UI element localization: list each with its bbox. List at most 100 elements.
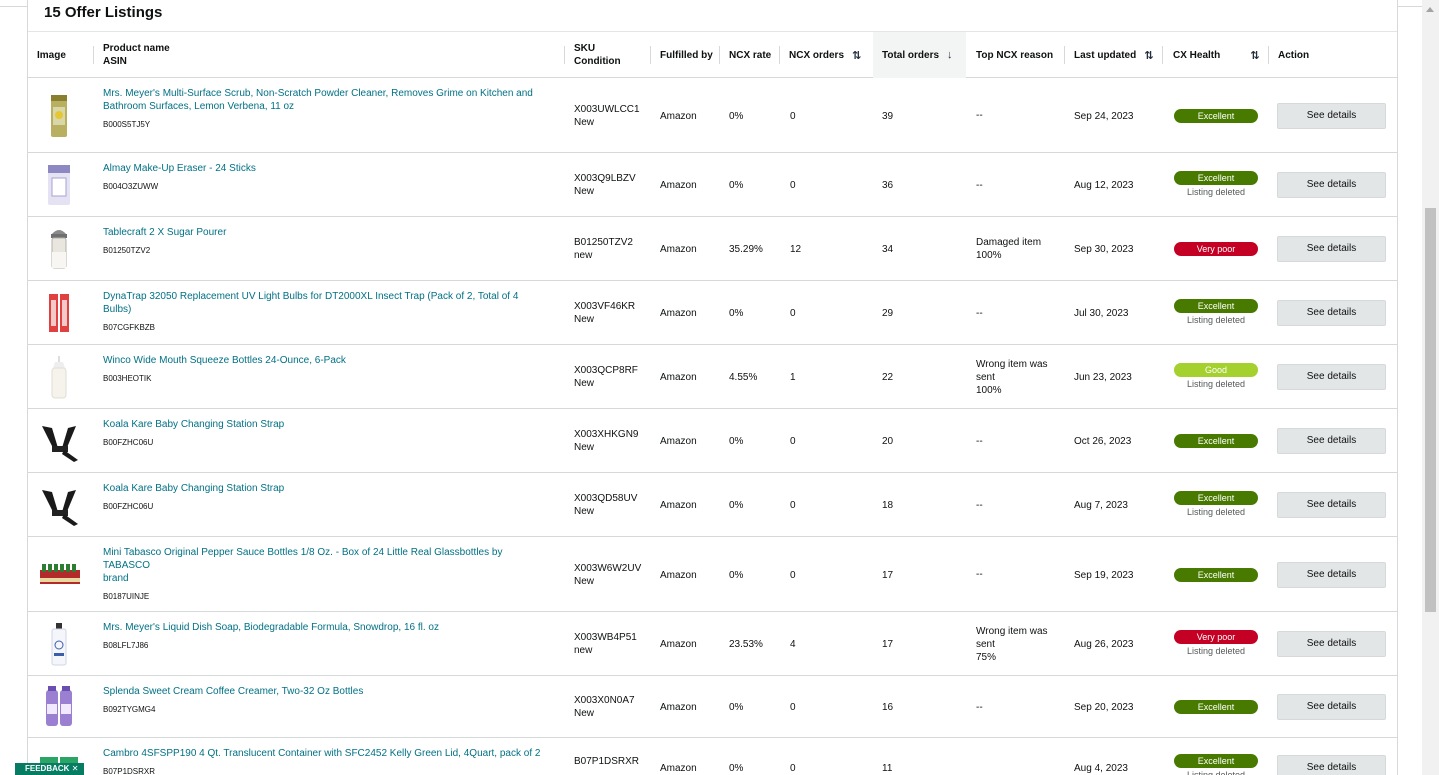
see-details-button[interactable]: See details: [1277, 102, 1386, 129]
ncx-orders: 0: [790, 763, 796, 774]
product-info: Mrs. Meyer's Multi-Surface Scrub, Non-Sc…: [103, 87, 548, 131]
last-updated: Oct 26, 2023: [1074, 436, 1132, 447]
product-image[interactable]: [38, 226, 80, 272]
table-row: Mrs. Meyer's Multi-Surface Scrub, Non-Sc…: [28, 78, 1397, 153]
product-image[interactable]: [38, 290, 80, 336]
product-image[interactable]: [38, 684, 80, 730]
product-name-line[interactable]: Winco Wide Mouth Squeeze Bottles 24-Ounc…: [103, 355, 346, 366]
sort-icon[interactable]: ⇅: [852, 49, 861, 62]
sku: X003W6W2UV: [574, 562, 642, 574]
product-name-line[interactable]: Mini Tabasco Original Pepper Sauce Bottl…: [103, 547, 502, 571]
see-details-button[interactable]: See details: [1277, 172, 1386, 198]
listing-status: Listing deleted: [1186, 315, 1246, 325]
sku-cell: X003Q9LBZV New: [574, 172, 636, 198]
sort-icon[interactable]: ⇅: [1250, 49, 1259, 62]
product-image[interactable]: [38, 162, 80, 208]
ncx-orders: 0: [790, 180, 796, 191]
sku: X003VF46KR: [574, 301, 636, 312]
header-ncx-orders[interactable]: NCX orders ⇅: [789, 32, 861, 78]
product-name-line[interactable]: Mrs. Meyer's Liquid Dish Soap, Biodegrad…: [103, 622, 439, 633]
ncx-orders: 0: [790, 110, 796, 122]
see-details-button[interactable]: See details: [1277, 755, 1386, 775]
listing-status: Listing deleted: [1186, 646, 1246, 656]
sku: X003Q9LBZV: [574, 173, 636, 184]
header-action: Action: [1278, 49, 1310, 61]
table-row: Winco Wide Mouth Squeeze Bottles 24-Ounc…: [28, 345, 1397, 409]
feedback-button[interactable]: FEEDBACK ✕: [15, 763, 84, 775]
see-details-button[interactable]: See details: [1277, 694, 1386, 720]
cx-health-cell: Excellent Listing deleted: [1174, 171, 1258, 199]
product-name-link[interactable]: Tablecraft 2 X Sugar Pourer: [103, 226, 548, 239]
product-name-link[interactable]: Mrs. Meyer's Multi-Surface Scrub, Non-Sc…: [103, 87, 548, 113]
product-name-link[interactable]: Mini Tabasco Original Pepper Sauce Bottl…: [103, 546, 548, 585]
header-fulfilled-by[interactable]: Fulfilled by: [660, 32, 713, 78]
reason-line: --: [976, 435, 983, 447]
header-sku[interactable]: SKU Condition: [574, 32, 621, 78]
condition: New: [574, 442, 595, 453]
header-top-ncx-reason[interactable]: Top NCX reason: [976, 32, 1053, 78]
reason-line: sent: [976, 371, 995, 383]
header-cx-health[interactable]: CX Health ⇅: [1173, 32, 1259, 78]
product-name-link[interactable]: DynaTrap 32050 Replacement UV Light Bulb…: [103, 290, 548, 316]
see-details-button[interactable]: See details: [1277, 428, 1386, 454]
ncx-rate: 0%: [729, 308, 744, 319]
product-image[interactable]: [38, 552, 80, 598]
product-name-link[interactable]: Splenda Sweet Cream Coffee Creamer, Two-…: [103, 685, 548, 698]
product-name-line[interactable]: Splenda Sweet Cream Coffee Creamer, Two-…: [103, 686, 363, 697]
product-name-link[interactable]: Almay Make-Up Eraser - 24 Sticks: [103, 162, 548, 175]
see-details-button[interactable]: See details: [1277, 561, 1386, 588]
see-details-button[interactable]: See details: [1277, 631, 1386, 657]
product-image[interactable]: [38, 93, 80, 139]
product-name-line[interactable]: DynaTrap 32050 Replacement UV Light Bulb…: [103, 291, 518, 315]
product-image[interactable]: [38, 621, 80, 667]
product-name-line[interactable]: brand: [103, 573, 129, 584]
sku: X003UWLCC1: [574, 103, 640, 115]
fulfilled-by: Amazon: [660, 244, 697, 255]
product-name-link[interactable]: Winco Wide Mouth Squeeze Bottles 24-Ounc…: [103, 354, 548, 367]
product-info: Tablecraft 2 X Sugar Pourer B01250TZV2: [103, 226, 548, 257]
last-updated: Jul 30, 2023: [1074, 308, 1129, 319]
product-name-line[interactable]: Tablecraft 2 X Sugar Pourer: [103, 227, 226, 238]
reason-line: --: [976, 701, 983, 713]
scrollbar-thumb[interactable]: [1425, 208, 1436, 612]
see-details-button[interactable]: See details: [1277, 492, 1386, 518]
see-details-button[interactable]: See details: [1277, 364, 1386, 390]
product-name-link[interactable]: Mrs. Meyer's Liquid Dish Soap, Biodegrad…: [103, 621, 548, 634]
see-details-button[interactable]: See details: [1277, 300, 1386, 326]
header-last-updated[interactable]: Last updated ⇅: [1074, 32, 1153, 78]
product-image[interactable]: [38, 354, 80, 400]
product-name-line[interactable]: Koala Kare Baby Changing Station Strap: [103, 419, 284, 430]
product-image[interactable]: [38, 482, 80, 528]
top-ncx-reason: Wrong item was sent 75%: [976, 625, 1048, 664]
listing-status: Listing deleted: [1186, 379, 1246, 389]
condition: New: [574, 506, 595, 517]
product-name-line[interactable]: Mrs. Meyer's Multi-Surface Scrub, Non-Sc…: [103, 88, 533, 99]
header-product-name[interactable]: Product name ASIN: [103, 32, 170, 78]
fulfilled-by: Amazon: [660, 110, 697, 122]
sort-icon[interactable]: ⇅: [1144, 49, 1153, 62]
sku: B01250TZV2: [574, 237, 633, 248]
ncx-rate: 0%: [729, 702, 744, 713]
reason-line: 100%: [976, 384, 1002, 396]
product-name-line[interactable]: Almay Make-Up Eraser - 24 Sticks: [103, 163, 256, 174]
sku-cell: X003X0N0A7 New: [574, 694, 635, 720]
header-total-orders[interactable]: Total orders ↓: [882, 32, 953, 78]
product-name-link[interactable]: Koala Kare Baby Changing Station Strap: [103, 482, 548, 495]
asin: B08LFL7J86: [103, 641, 149, 650]
product-name-line[interactable]: Cambro 4SFSPP190 4 Qt. Translucent Conta…: [103, 748, 540, 759]
sort-descending-icon[interactable]: ↓: [947, 49, 953, 61]
see-details-button[interactable]: See details: [1277, 236, 1386, 262]
product-name-link[interactable]: Koala Kare Baby Changing Station Strap: [103, 418, 548, 431]
close-icon[interactable]: ✕: [72, 764, 79, 773]
top-ncx-reason: --: [976, 701, 983, 714]
product-image[interactable]: [38, 418, 80, 464]
header-image: Image: [37, 49, 66, 61]
ncx-orders: 0: [790, 436, 796, 447]
product-name-link[interactable]: Cambro 4SFSPP190 4 Qt. Translucent Conta…: [103, 747, 548, 760]
cx-health-cell: Very poor: [1174, 242, 1258, 256]
product-name-line[interactable]: Bathroom Surfaces, Lemon Verbena, 11 oz: [103, 101, 294, 112]
product-name-line[interactable]: Koala Kare Baby Changing Station Strap: [103, 483, 284, 494]
scroll-up-arrow-icon[interactable]: [1426, 7, 1434, 12]
top-ncx-reason: --: [976, 307, 983, 320]
header-ncx-rate[interactable]: NCX rate: [729, 32, 771, 78]
